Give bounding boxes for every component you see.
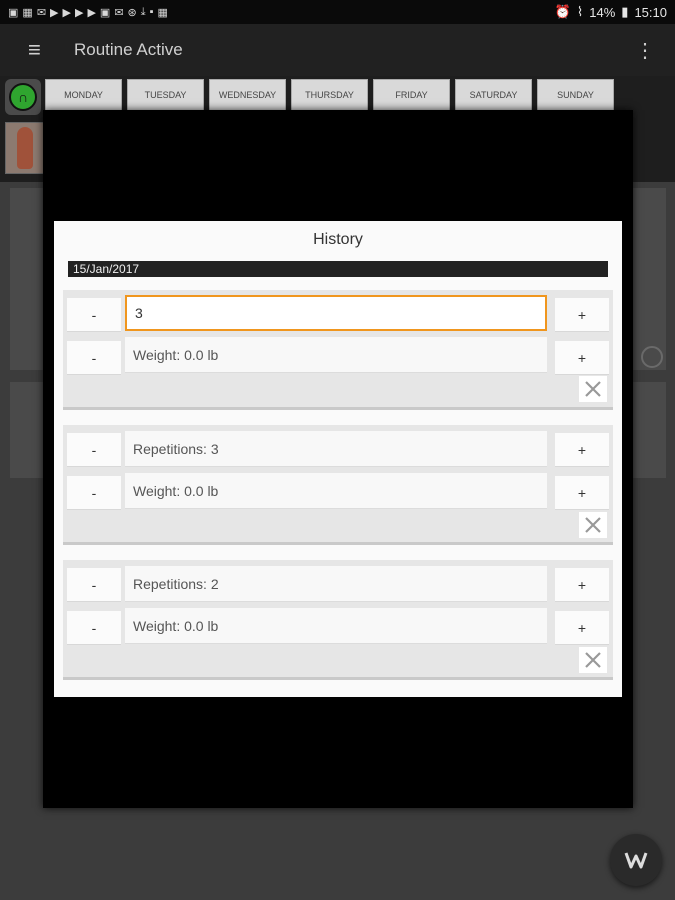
close-icon bbox=[585, 517, 601, 533]
reps-plus-button[interactable]: + bbox=[555, 298, 609, 332]
reps-input[interactable]: 3 bbox=[125, 295, 547, 331]
weight-plus-button[interactable]: + bbox=[555, 611, 609, 645]
muscle-thumbnail[interactable] bbox=[5, 122, 45, 174]
workout-fab[interactable] bbox=[610, 834, 662, 886]
battery-percent: 14% bbox=[589, 4, 616, 20]
app-title: Routine Active bbox=[74, 40, 183, 59]
tab-saturday[interactable]: SATURDAY bbox=[455, 79, 532, 111]
notification-icons: ▣ ▦ ✉ ▶ ▶ ▶ ▶ ▣ ✉ ⊛ ⤓ ▪ ▦ bbox=[8, 6, 168, 19]
status-bar: ▣ ▦ ✉ ▶ ▶ ▶ ▶ ▣ ✉ ⊛ ⤓ ▪ ▦ ⏰ ⌇ 14% ▮ 15:1… bbox=[0, 0, 675, 24]
reps-minus-button[interactable]: - bbox=[67, 298, 121, 332]
reps-plus-button[interactable]: + bbox=[555, 568, 609, 602]
set-card: - Repetitions: 3 + - Weight: 0.0 lb + bbox=[63, 425, 613, 545]
delete-set-button[interactable] bbox=[579, 647, 607, 673]
play-icon: ▶ bbox=[74, 6, 84, 19]
reps-plus-button[interactable]: + bbox=[555, 433, 609, 467]
tab-wednesday[interactable]: WEDNESDAY bbox=[209, 79, 286, 111]
menu-icon[interactable]: ≡ bbox=[28, 37, 62, 63]
weight-field[interactable]: Weight: 0.0 lb bbox=[125, 337, 547, 373]
routine-icon[interactable]: ∩ bbox=[5, 79, 41, 115]
image-icon: ▦ bbox=[22, 6, 33, 19]
delete-set-button[interactable] bbox=[579, 376, 607, 402]
battery-icon: ▮ bbox=[621, 4, 629, 19]
delete-set-button[interactable] bbox=[579, 512, 607, 538]
calendar-icon: ▦ bbox=[157, 6, 168, 19]
set-card: - 3 + - Weight: 0.0 lb + bbox=[63, 290, 613, 410]
mail-icon: ✉ bbox=[114, 6, 124, 19]
weight-field[interactable]: Weight: 0.0 lb bbox=[125, 608, 547, 644]
clock: 15:10 bbox=[634, 4, 667, 20]
briefcase-icon: ▪ bbox=[149, 5, 154, 18]
tab-sunday[interactable]: SUNDAY bbox=[537, 79, 614, 111]
play-icon: ▶ bbox=[87, 6, 96, 19]
status-right: ⏰ ⌇ 14% ▮ 15:10 bbox=[555, 4, 667, 20]
weight-field[interactable]: Weight: 0.0 lb bbox=[125, 473, 547, 509]
logo-w-icon bbox=[624, 852, 648, 869]
wifi-icon: ⌇ bbox=[576, 4, 584, 19]
tab-thursday[interactable]: THURSDAY bbox=[291, 79, 368, 111]
alarm-icon: ⏰ bbox=[554, 4, 571, 19]
reps-field[interactable]: Repetitions: 3 bbox=[125, 431, 547, 467]
reps-minus-button[interactable]: - bbox=[67, 433, 121, 467]
close-icon bbox=[585, 652, 601, 668]
history-dialog: History 15/Jan/2017 - 3 + - Weight: 0.0 … bbox=[54, 221, 622, 697]
set-card: - Repetitions: 2 + - Weight: 0.0 lb + bbox=[63, 560, 613, 680]
settings-icon: ⊛ bbox=[127, 6, 137, 19]
reps-field[interactable]: Repetitions: 2 bbox=[125, 566, 547, 602]
tab-tuesday[interactable]: TUESDAY bbox=[127, 79, 204, 111]
app-bar: ≡ Routine Active ⋮ bbox=[0, 24, 675, 76]
play-icon: ▶ bbox=[62, 6, 71, 19]
weight-plus-button[interactable]: + bbox=[555, 341, 609, 375]
tab-monday[interactable]: MONDAY bbox=[45, 79, 122, 111]
close-icon bbox=[585, 381, 601, 397]
dialog-title: History bbox=[313, 231, 363, 248]
download-icon: ⤓ bbox=[140, 5, 146, 18]
more-options-icon[interactable]: ⋮ bbox=[635, 38, 655, 63]
reps-minus-button[interactable]: - bbox=[67, 568, 121, 602]
play-icon: ▶ bbox=[50, 6, 59, 19]
weight-minus-button[interactable]: - bbox=[67, 476, 121, 510]
weight-plus-button[interactable]: + bbox=[555, 476, 609, 510]
tab-friday[interactable]: FRIDAY bbox=[373, 79, 450, 111]
weight-minus-button[interactable]: - bbox=[67, 611, 121, 645]
date-header: 15/Jan/2017 bbox=[68, 261, 608, 277]
gallery-icon: ▣ bbox=[8, 6, 19, 19]
mail-icon: ✉ bbox=[36, 6, 47, 19]
background-icon bbox=[641, 346, 663, 368]
weight-minus-button[interactable]: - bbox=[67, 341, 121, 375]
image-icon: ▣ bbox=[99, 6, 111, 19]
